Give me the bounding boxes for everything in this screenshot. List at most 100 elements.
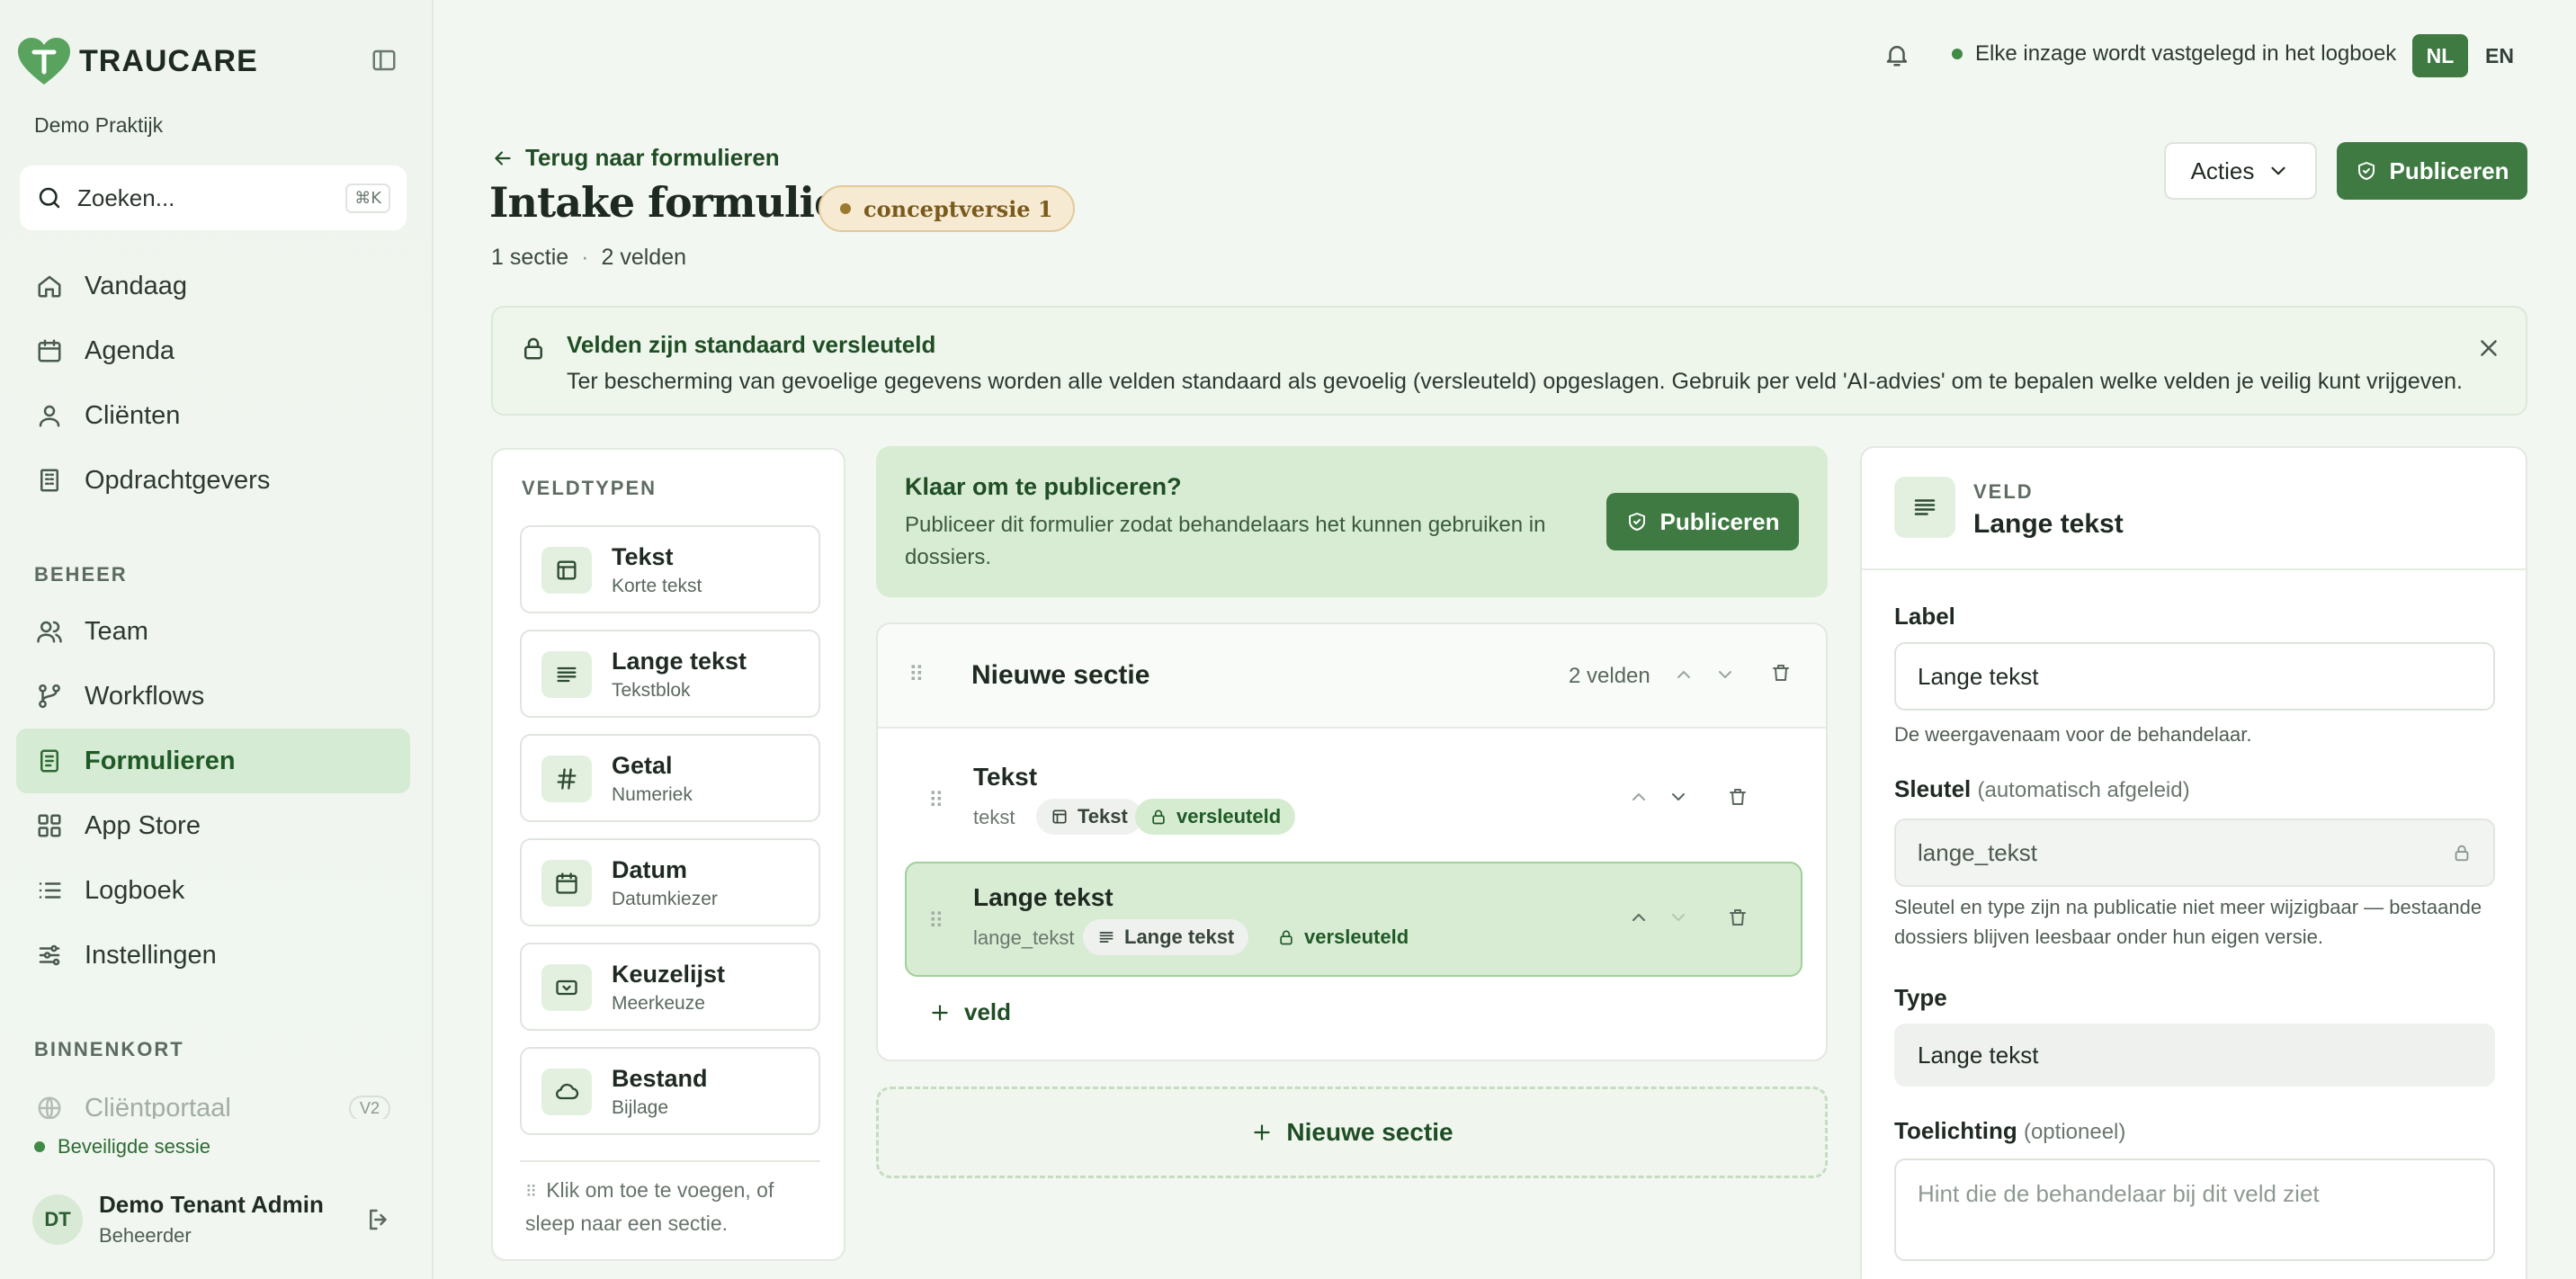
key-field-label: Sleutel (automatisch afgeleid)	[1894, 775, 2190, 802]
sidebar-item-instellingen[interactable]: Instellingen	[16, 923, 410, 988]
brand-name: TRAUCARE	[79, 43, 258, 78]
field-type-sub: Tekstblok	[612, 680, 691, 701]
field-type-bestand[interactable]: Bestand Bijlage	[520, 1047, 820, 1135]
sidebar-item-formulieren[interactable]: Formulieren	[16, 729, 410, 793]
publish-label: Publiceren	[1659, 507, 1780, 535]
new-section-button[interactable]: Nieuwe sectie	[876, 1087, 1828, 1178]
label-help: De weergavenaam voor de behandelaar.	[1894, 723, 2252, 746]
user-profile[interactable]: DT Demo Tenant Admin Beheerder	[32, 1191, 392, 1248]
hint-textarea[interactable]: Hint die de behandelaar bij dit veld zie…	[1894, 1158, 2495, 1261]
drag-handle-icon[interactable]: ⠿	[928, 788, 944, 813]
field-type-lange-tekst[interactable]: Lange tekst Tekstblok	[520, 630, 820, 718]
field-type-getal[interactable]: Getal Numeriek	[520, 734, 820, 822]
lang-nl-button[interactable]: NL	[2412, 34, 2468, 77]
sidebar-item-team[interactable]: Team	[16, 599, 410, 664]
key-note: (automatisch afgeleid)	[1977, 778, 2190, 802]
sidebar-item-label: Workflows	[85, 681, 205, 711]
field-row-lange-tekst[interactable]: ⠿ Lange tekst lange_tekst Lange tekst ve…	[905, 862, 1802, 977]
section-title[interactable]: Nieuwe sectie	[971, 660, 1149, 691]
section-field-count: 2 velden	[1569, 664, 1650, 688]
move-down-button[interactable]	[1668, 786, 1689, 808]
sidebar-item-clienten[interactable]: Cliënten	[16, 383, 410, 448]
field-type-name: Getal	[612, 752, 673, 779]
publish-button-secondary[interactable]: Publiceren	[1606, 493, 1799, 550]
field-panel-kicker: VELD	[1973, 480, 2034, 503]
field-type-chip: Lange tekst	[1083, 919, 1249, 955]
drag-handle-icon[interactable]: ⠿	[908, 662, 925, 687]
field-title: Lange tekst	[973, 883, 1114, 911]
search-placeholder: Zoeken...	[77, 183, 175, 211]
logout-button[interactable]	[365, 1206, 392, 1233]
heart-logo-icon	[18, 38, 70, 85]
field-type-name: Datum	[612, 856, 688, 883]
lang-en-button[interactable]: EN	[2472, 34, 2527, 77]
notifications-button[interactable]	[1883, 41, 1910, 68]
delete-section-button[interactable]	[1770, 662, 1792, 684]
sidebar-item-label: Team	[85, 616, 148, 646]
key-input: lange_tekst	[1894, 818, 2495, 887]
field-type-tekst[interactable]: Tekst Korte tekst	[520, 525, 820, 613]
globe-icon	[38, 1096, 61, 1120]
delete-field-button[interactable]	[1727, 786, 1749, 808]
version-badge: V2	[348, 1095, 390, 1122]
actions-dropdown[interactable]: Acties	[2164, 142, 2317, 200]
back-to-forms-link[interactable]: Terug naar formulieren	[491, 144, 780, 172]
nav-section-beheer: BEHEER	[34, 563, 128, 586]
hint-note: (optioneel)	[2023, 1120, 2126, 1144]
sidebar-item-logboek[interactable]: Logboek	[16, 858, 410, 923]
paragraph-icon	[557, 666, 577, 683]
field-key: lange_tekst	[973, 926, 1075, 949]
type-value: Lange tekst	[1918, 1041, 2039, 1069]
field-type-datum[interactable]: Datum Datumkiezer	[520, 838, 820, 926]
sidebar-item-label: Agenda	[85, 335, 174, 365]
sidebar-item-label: Cliënten	[85, 400, 181, 430]
status-badge-label: conceptversie 1	[863, 195, 1053, 222]
trash-icon	[1730, 789, 1746, 805]
sidebar-item-vandaag[interactable]: Vandaag	[16, 254, 410, 318]
label-input[interactable]: Lange tekst	[1894, 642, 2495, 711]
field-count: 2 velden	[601, 245, 687, 270]
search-input[interactable]: Zoeken... ⌘K	[20, 165, 407, 230]
ready-text: Publiceer dit formulier zodat behandelaa…	[905, 513, 1546, 569]
close-icon	[2481, 340, 2497, 356]
publish-button[interactable]: Publiceren	[2337, 142, 2527, 200]
sidebar-collapse-button[interactable]	[371, 47, 398, 74]
plus-icon	[1254, 1124, 1271, 1140]
field-type-sub: Meerkeuze	[612, 993, 705, 1014]
sidebar-item-app-store[interactable]: App Store	[16, 793, 410, 858]
main-nav: Vandaag Agenda Cliënten Opdrachtgevers	[16, 254, 410, 513]
move-down-button[interactable]	[1668, 907, 1689, 928]
grid-icon	[38, 814, 61, 837]
lock-icon	[524, 337, 542, 360]
user-name: Demo Tenant Admin	[99, 1191, 324, 1218]
audit-log-text: Elke inzage wordt vastgelegd in het logb…	[1975, 41, 2397, 66]
chevron-down-icon	[2271, 166, 2285, 175]
field-row-tekst[interactable]: ⠿ Tekst tekst Tekst versleuteld	[905, 741, 1802, 856]
status-dot-icon	[1952, 49, 1963, 59]
sidebar-item-agenda[interactable]: Agenda	[16, 318, 410, 383]
sidebar: TRAUCARE Demo Praktijk Zoeken... ⌘K Vand…	[0, 0, 434, 1279]
drag-handle-icon[interactable]: ⠿	[928, 908, 944, 934]
field-type-keuzelijst[interactable]: Keuzelijst Meerkeuze	[520, 943, 820, 1031]
move-down-button[interactable]	[1714, 664, 1736, 685]
chevron-down-icon	[1672, 793, 1685, 800]
move-up-button[interactable]	[1628, 786, 1650, 808]
notice-close-button[interactable]	[2475, 335, 2502, 362]
beheer-nav: Team Workflows Formulieren App Store Log…	[16, 599, 410, 988]
avatar: DT	[32, 1194, 83, 1245]
sidebar-item-workflows[interactable]: Workflows	[16, 664, 410, 729]
user-role: Beheerder	[99, 1224, 192, 1247]
select-icon	[556, 979, 577, 996]
delete-field-button[interactable]	[1727, 907, 1749, 928]
brand[interactable]: TRAUCARE	[16, 36, 258, 86]
field-type-name: Keuzelijst	[612, 961, 726, 988]
field-type-sub: Bijlage	[612, 1097, 669, 1118]
sidebar-item-opdrachtgevers[interactable]: Opdrachtgevers	[16, 448, 410, 513]
move-up-button[interactable]	[1673, 664, 1695, 685]
add-field-button[interactable]: veld	[928, 998, 1011, 1026]
drag-handle-icon: ⠿	[525, 1183, 538, 1202]
add-field-label: veld	[964, 998, 1012, 1025]
move-up-button[interactable]	[1628, 907, 1650, 928]
type-field-label: Type	[1894, 984, 1947, 1011]
text-field-icon	[1052, 809, 1067, 824]
